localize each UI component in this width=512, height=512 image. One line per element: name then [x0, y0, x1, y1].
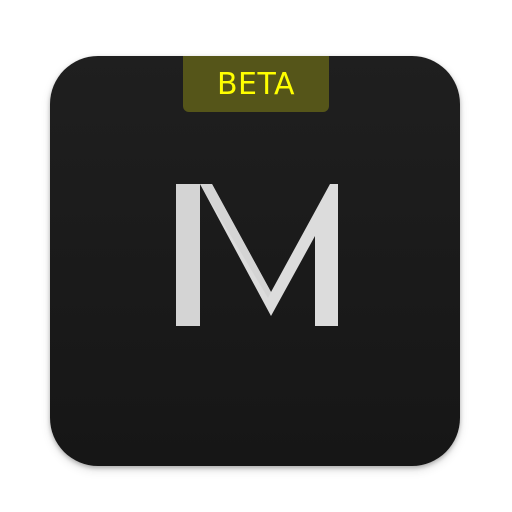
app-icon: BETA	[50, 56, 460, 466]
m-logo-glyph	[176, 184, 338, 326]
app-icon-stage: BETA	[0, 0, 512, 512]
m-logo-glyph-shade	[176, 184, 271, 326]
m-logo-icon	[176, 184, 338, 326]
